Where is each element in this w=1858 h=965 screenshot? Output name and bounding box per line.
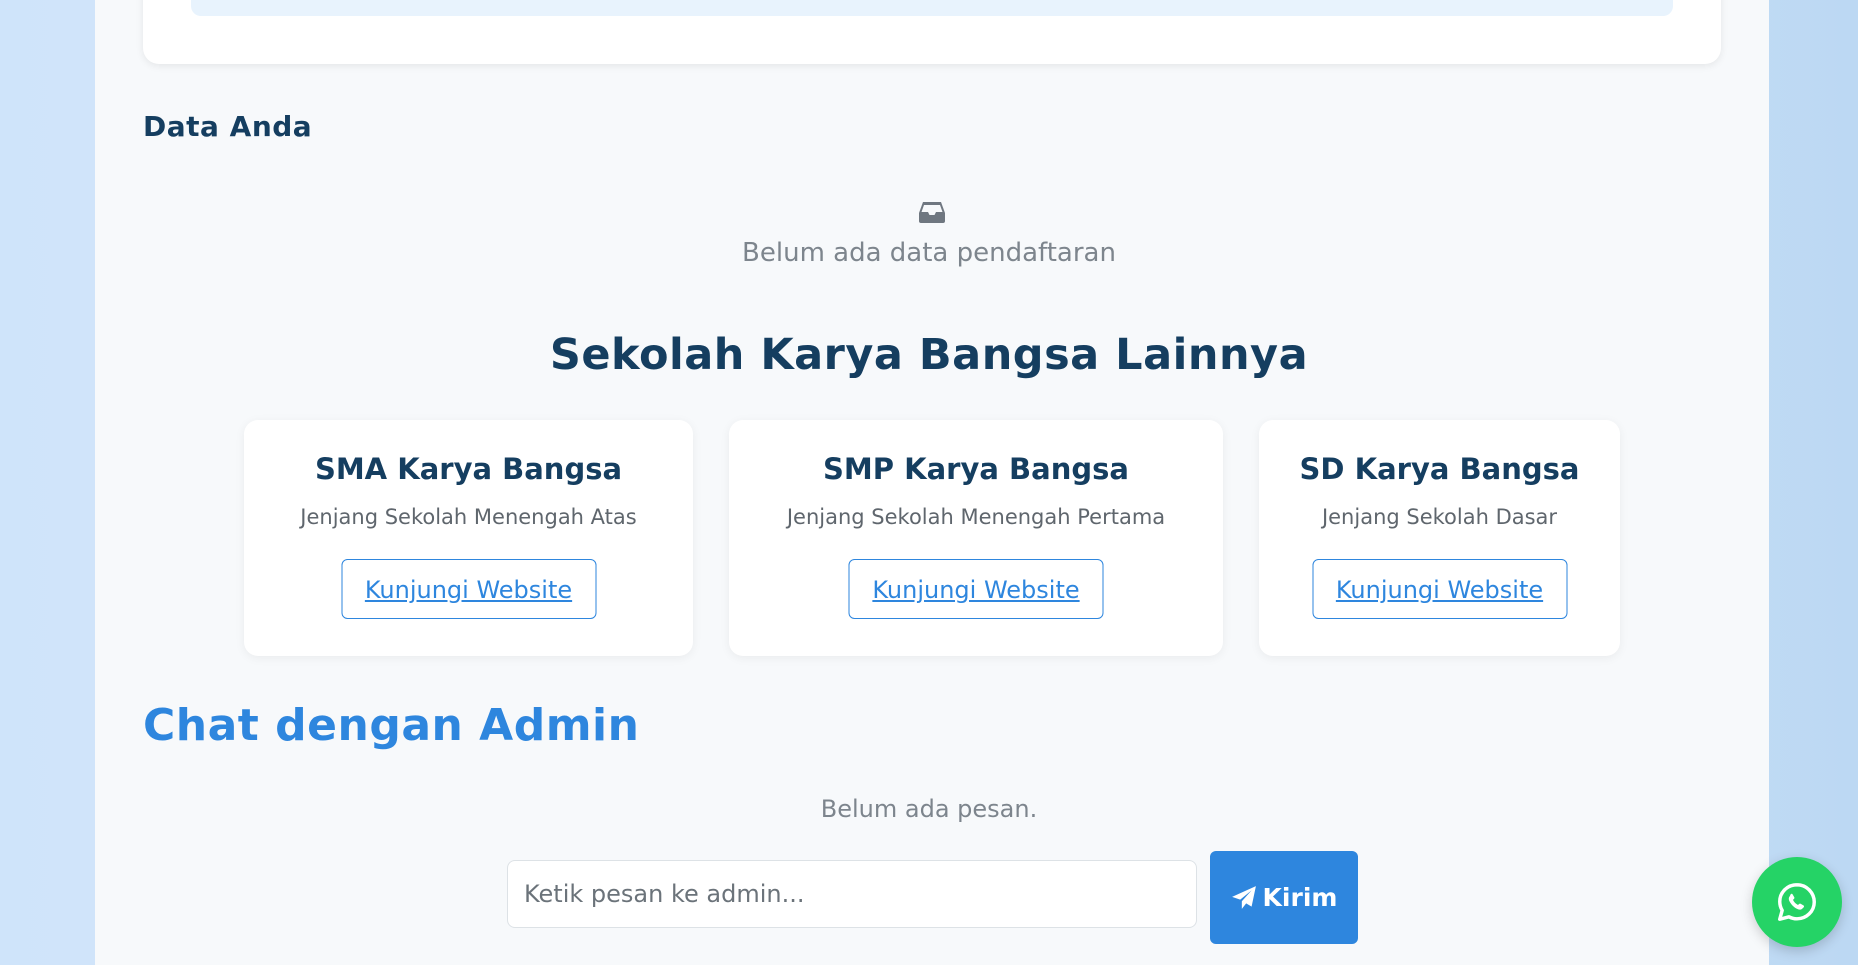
empty-registration-text: Belum ada data pendaftaran xyxy=(742,238,1116,268)
visit-website-button-sma[interactable]: Kunjungi Website xyxy=(341,559,596,619)
school-name: SMP Karya Bangsa xyxy=(823,452,1129,486)
school-card-sma: SMA Karya Bangsa Jenjang Sekolah Menenga… xyxy=(244,420,693,656)
no-message-text: Belum ada pesan. xyxy=(820,795,1038,823)
inbox-icon xyxy=(919,202,945,223)
top-info-card xyxy=(143,0,1721,64)
send-button[interactable]: Kirim xyxy=(1210,851,1358,944)
chat-message-input[interactable] xyxy=(507,860,1197,928)
top-info-card-inner xyxy=(191,0,1673,16)
school-name: SD Karya Bangsa xyxy=(1299,452,1580,486)
visit-website-button-sd[interactable]: Kunjungi Website xyxy=(1312,559,1567,619)
data-section-heading: Data Anda xyxy=(143,110,313,143)
paper-plane-icon xyxy=(1231,885,1256,909)
school-card-sd: SD Karya Bangsa Jenjang Sekolah Dasar Ku… xyxy=(1259,420,1620,656)
send-button-label: Kirim xyxy=(1262,883,1338,912)
schools-heading: Sekolah Karya Bangsa Lainnya xyxy=(549,330,1309,380)
chat-heading: Chat dengan Admin xyxy=(143,700,640,751)
school-description: Jenjang Sekolah Dasar xyxy=(1321,505,1558,529)
school-card-smp: SMP Karya Bangsa Jenjang Sekolah Menenga… xyxy=(729,420,1223,656)
school-name: SMA Karya Bangsa xyxy=(314,452,623,486)
school-description: Jenjang Sekolah Menengah Atas xyxy=(300,505,637,529)
visit-website-button-smp[interactable]: Kunjungi Website xyxy=(848,559,1104,619)
whatsapp-floating-button[interactable] xyxy=(1752,857,1842,947)
school-description: Jenjang Sekolah Menengah Pertama xyxy=(786,505,1166,529)
whatsapp-icon xyxy=(1778,883,1816,921)
